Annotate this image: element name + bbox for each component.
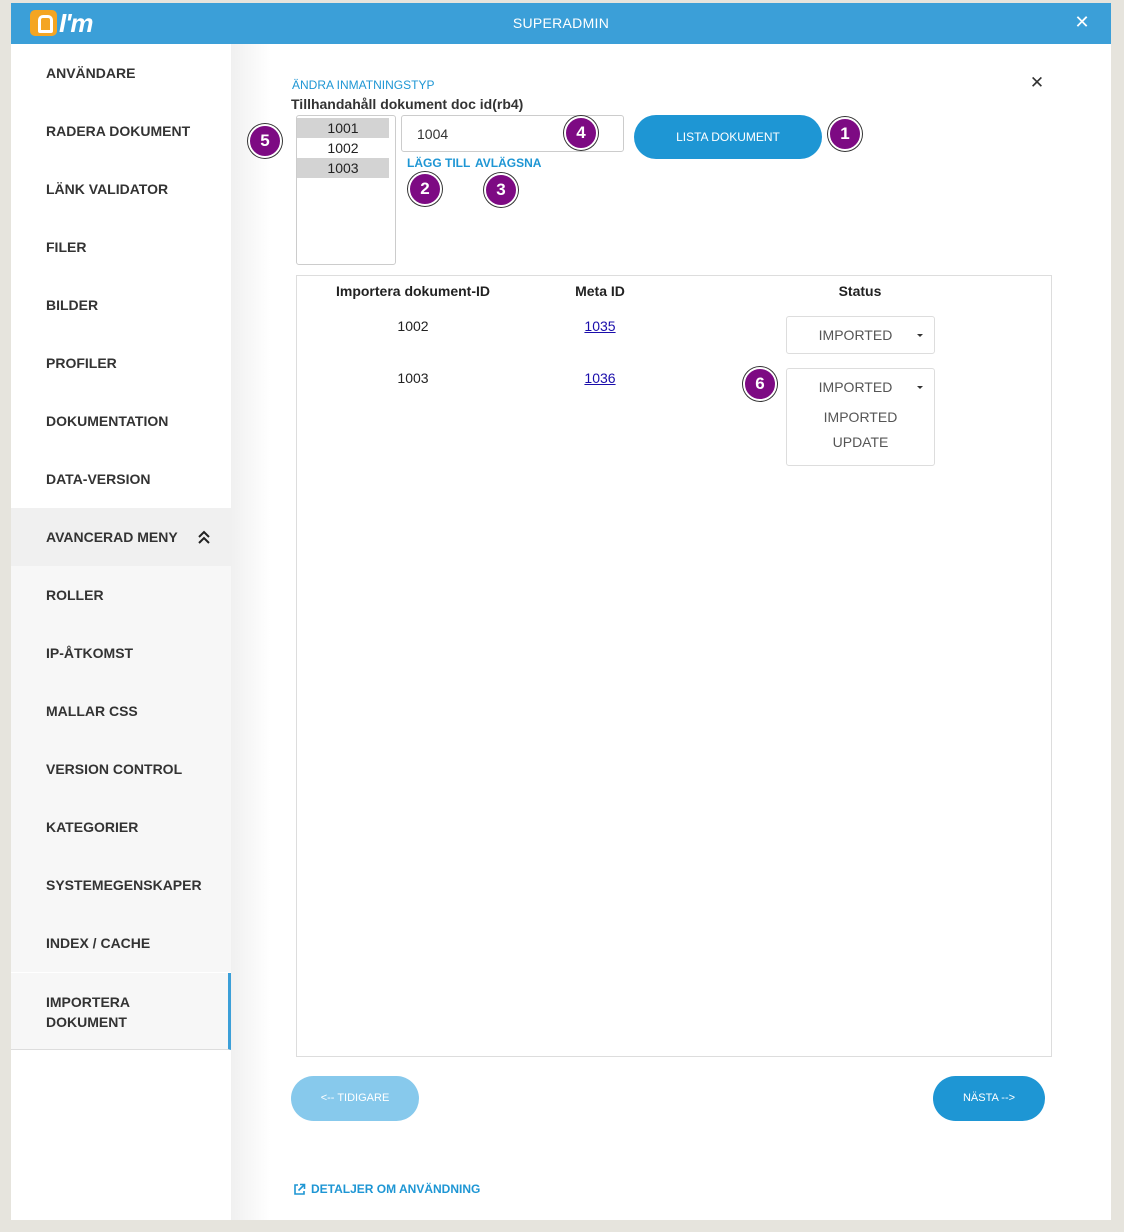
sidebar-item-label: DATA-VERSION [46, 471, 151, 487]
list-documents-button[interactable]: LISTA DOKUMENT [634, 115, 822, 159]
change-input-type-link[interactable]: ÄNDRA INMATNINGSTYP [292, 78, 434, 92]
status-option[interactable]: UPDATE [787, 430, 934, 455]
sidebar-item-version-control[interactable]: VERSION CONTROL [11, 740, 231, 798]
marker-5: 5 [248, 124, 282, 158]
sidebar-item-lank-validator[interactable]: LÄNK VALIDATOR [11, 160, 231, 218]
chevrons-up-icon [198, 530, 210, 544]
column-header-meta-id: Meta ID [575, 283, 625, 299]
sidebar-item-roller[interactable]: ROLLER [11, 566, 231, 624]
app-window: I'm SUPERADMIN ✕ ANVÄNDARE RADERA DOKUME… [11, 3, 1111, 1220]
status-value: IMPORTED [818, 379, 893, 395]
doc-id-listbox[interactable]: 1001 1002 1003 [296, 115, 396, 265]
add-link[interactable]: LÄGG TILL [407, 156, 470, 170]
sidebar-item-bilder[interactable]: BILDER [11, 276, 231, 334]
sidebar-item-filer[interactable]: FILER [11, 218, 231, 276]
main-content: ÄNDRA INMATNINGSTYP ✕ Tillhandahåll doku… [231, 44, 1111, 1220]
external-link-icon [294, 1183, 306, 1195]
list-item[interactable]: 1003 [297, 158, 389, 178]
sidebar-item-label: ROLLER [46, 587, 104, 603]
remove-link[interactable]: AVLÄGSNA [475, 156, 541, 170]
sidebar-item-kategorier[interactable]: KATEGORIER [11, 798, 231, 856]
sidebar: ANVÄNDARE RADERA DOKUMENT LÄNK VALIDATOR… [11, 44, 231, 1220]
caret-down-icon [917, 386, 923, 389]
column-header-status: Status [838, 283, 882, 299]
sidebar-item-ip-atkomst[interactable]: IP-ÅTKOMST [11, 624, 231, 682]
sidebar-item-label: FILER [46, 239, 87, 255]
header-title: SUPERADMIN [512, 15, 610, 31]
close-icon[interactable]: ✕ [1029, 74, 1045, 91]
usage-details-label: DETALJER OM ANVÄNDNING [311, 1182, 481, 1196]
sidebar-item-label: VERSION CONTROL [46, 761, 183, 777]
sidebar-item-label: SYSTEMEGENSKAPER [46, 877, 202, 893]
usage-details-link[interactable]: DETALJER OM ANVÄNDNING [293, 1182, 480, 1196]
meta-id-link[interactable]: 1036 [550, 370, 650, 386]
sidebar-item-label: AVANCERAD MENY [46, 529, 178, 545]
marker-4: 4 [564, 116, 598, 150]
sidebar-item-label: LÄNK VALIDATOR [46, 181, 169, 197]
sidebar-item-anvandare[interactable]: ANVÄNDARE [11, 44, 231, 102]
column-header-doc-id: Importera dokument-ID [335, 283, 490, 299]
status-selected[interactable]: IMPORTED [787, 317, 934, 353]
sidebar-item-importera-dokument[interactable]: IMPORTERA DOKUMENT [11, 973, 231, 1050]
marker-2: 2 [408, 172, 442, 206]
sidebar-item-profiler[interactable]: PROFILER [11, 334, 231, 392]
caret-down-icon [917, 334, 923, 337]
row-doc-id: 1002 [397, 318, 429, 334]
marker-1: 1 [828, 117, 862, 151]
sidebar-item-systemegenskaper[interactable]: SYSTEMEGENSKAPER [11, 856, 231, 914]
sidebar-item-mallar-css[interactable]: MALLAR CSS [11, 682, 231, 740]
sidebar-item-label: RADERA DOKUMENT [46, 123, 191, 139]
row-doc-id: 1003 [397, 370, 429, 386]
header-bar: I'm SUPERADMIN ✕ [11, 3, 1111, 44]
sidebar-item-label: DOKUMENTATION [46, 413, 169, 429]
sidebar-item-label: MALLAR CSS [46, 703, 138, 719]
sidebar-item-radera-dokument[interactable]: RADERA DOKUMENT [11, 102, 231, 160]
meta-id-link[interactable]: 1035 [550, 318, 650, 334]
sidebar-item-label: PROFILER [46, 355, 117, 371]
sidebar-item-label: IP-ÅTKOMST [46, 645, 134, 661]
status-selected[interactable]: IMPORTED [787, 369, 934, 405]
sidebar-item-index-cache[interactable]: INDEX / CACHE [11, 914, 231, 972]
import-table: Importera dokument-ID Meta ID Status 100… [296, 275, 1052, 1057]
sidebar-item-label: BILDER [46, 297, 99, 313]
list-item[interactable]: 1001 [297, 118, 389, 138]
sidebar-item-dokumentation[interactable]: DOKUMENTATION [11, 392, 231, 450]
sidebar-item-label: INDEX / CACHE [46, 935, 151, 951]
marker-3: 3 [484, 173, 518, 207]
doc-id-label: Tillhandahåll dokument doc id(rb4) [291, 96, 524, 112]
sidebar-item-label: ANVÄNDARE [46, 65, 136, 81]
previous-button[interactable]: <-- TIDIGARE [291, 1076, 419, 1121]
list-item[interactable]: 1002 [297, 138, 389, 158]
next-button[interactable]: NÄSTA --> [933, 1076, 1045, 1121]
status-dropdown-open[interactable]: IMPORTED IMPORTED UPDATE [786, 368, 935, 466]
sidebar-item-avancerad-meny[interactable]: AVANCERAD MENY [11, 508, 231, 566]
close-icon[interactable]: ✕ [1074, 13, 1090, 31]
sidebar-item-label: KATEGORIER [46, 819, 139, 835]
status-dropdown[interactable]: IMPORTED [786, 316, 935, 354]
status-value: IMPORTED [818, 327, 893, 343]
sidebar-item-data-version[interactable]: DATA-VERSION [11, 450, 231, 508]
status-option[interactable]: IMPORTED [787, 405, 934, 430]
sidebar-item-label: IMPORTERA DOKUMENT [46, 993, 130, 1030]
